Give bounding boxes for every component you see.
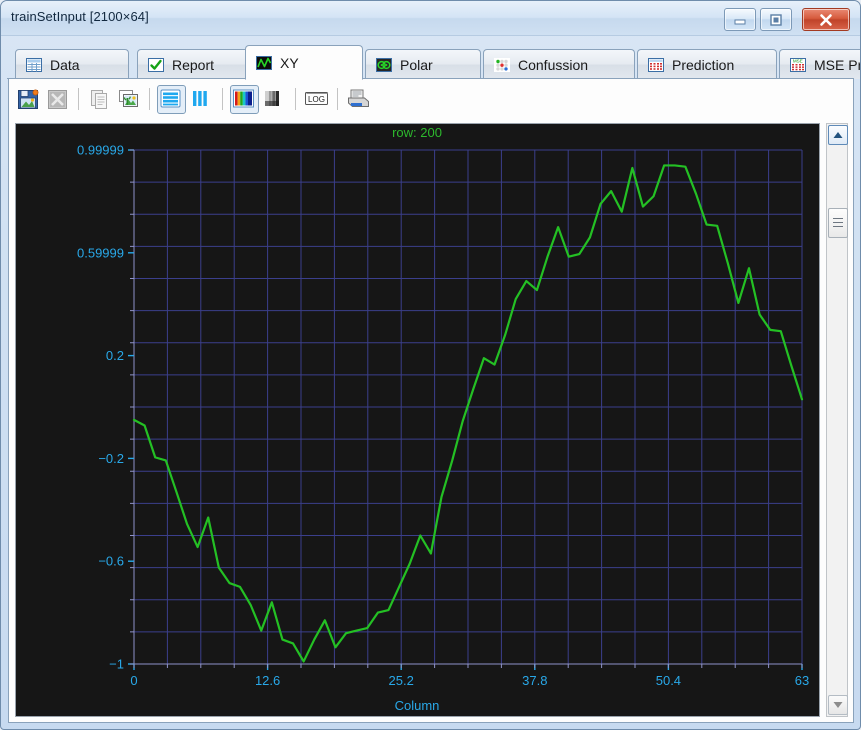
x-tick-label: 50.4 xyxy=(656,673,681,688)
toolbar-separator xyxy=(149,88,150,110)
tab-mse-pred-label: MSE Pred xyxy=(814,56,861,73)
x-tick-label: 12.6 xyxy=(255,673,280,688)
y-tick-label: −0.6 xyxy=(98,554,124,569)
grid-red-icon xyxy=(647,56,665,74)
mse-grid-icon: MSE xyxy=(789,56,807,74)
toolbar: LOG xyxy=(8,79,854,119)
plot-canvas: 0.99999 0.59999 0.2 −0.2 −0.6 −1 0 12.6 25.2 37.… xyxy=(16,124,819,716)
close-icon xyxy=(820,13,832,26)
tab-mse-pred[interactable]: MSE MSE Pred xyxy=(779,49,861,79)
scroll-up-button[interactable] xyxy=(828,125,848,145)
color-map-button[interactable] xyxy=(230,84,259,114)
x-tick-label: 37.8 xyxy=(522,673,547,688)
rows-view-button[interactable] xyxy=(157,84,186,114)
tab-confussion[interactable]: Confussion xyxy=(483,49,635,79)
chevron-down-icon xyxy=(833,702,843,708)
tab-xy-label: XY xyxy=(280,54,299,71)
tab-prediction[interactable]: Prediction xyxy=(637,49,777,79)
tab-strip: Data Report XY Polar Confussion Predicti… xyxy=(7,45,860,80)
tab-polar-label: Polar xyxy=(400,56,433,73)
copy-button xyxy=(86,86,113,113)
application-window: trainSetInput [2100×64] Data Report XY P… xyxy=(0,0,861,730)
grip-line xyxy=(833,218,843,219)
close-button[interactable] xyxy=(802,8,850,31)
confusion-dots-icon xyxy=(493,56,511,74)
tab-xy[interactable]: XY xyxy=(245,45,363,80)
tab-polar[interactable]: Polar xyxy=(365,49,481,79)
content-panel: 0.99999 0.59999 0.2 −0.2 −0.6 −1 0 12.6 25.2 37.… xyxy=(8,119,854,723)
grip-line xyxy=(833,222,843,223)
toolbar-separator xyxy=(295,88,296,110)
polar-icon xyxy=(375,56,393,74)
y-tick-label: 0.99999 xyxy=(77,143,124,158)
grip-line xyxy=(833,226,843,227)
y-tick-label: 0.59999 xyxy=(77,245,124,260)
scrollbar-thumb[interactable] xyxy=(828,208,848,238)
log-button-label: LOG xyxy=(308,94,325,103)
x-tick-label: 63 xyxy=(795,673,809,688)
x-tick-label: 25.2 xyxy=(389,673,414,688)
gray-map-button[interactable] xyxy=(261,86,288,113)
save-image-button[interactable] xyxy=(15,86,42,113)
window-title: trainSetInput [2100×64] xyxy=(11,9,149,24)
table-icon xyxy=(25,56,43,74)
minimize-button[interactable] xyxy=(724,8,756,31)
tab-confussion-label: Confussion xyxy=(518,56,589,73)
plot-title: row: 200 xyxy=(392,125,442,140)
svg-text:MSE: MSE xyxy=(793,58,803,63)
print-button[interactable] xyxy=(345,86,372,113)
maximize-icon xyxy=(770,13,782,26)
checkmark-icon xyxy=(147,56,165,74)
tab-data-label: Data xyxy=(50,56,80,73)
y-tick-label: 0.2 xyxy=(106,348,124,363)
toolbar-separator xyxy=(222,88,223,110)
x-tick-label: 0 xyxy=(130,673,137,688)
minimize-icon xyxy=(734,19,746,24)
toolbar-separator xyxy=(337,88,338,110)
toolbar-separator xyxy=(78,88,79,110)
y-tick-label: −1 xyxy=(109,657,124,672)
waveform-icon xyxy=(255,54,273,72)
scroll-down-button[interactable] xyxy=(828,695,848,715)
columns-view-button[interactable] xyxy=(188,86,215,113)
maximize-button[interactable] xyxy=(760,8,792,31)
x-axis-label: Column xyxy=(395,698,440,713)
y-tick-label: −0.2 xyxy=(98,451,124,466)
log-scale-button[interactable]: LOG xyxy=(303,86,330,113)
tab-data[interactable]: Data xyxy=(15,49,129,79)
tab-report-label: Report xyxy=(172,56,215,73)
vertical-scrollbar[interactable] xyxy=(826,123,848,717)
copy-image-button[interactable] xyxy=(115,86,142,113)
export-excel-button xyxy=(44,86,71,113)
xy-plot[interactable]: 0.99999 0.59999 0.2 −0.2 −0.6 −1 0 12.6 25.2 37.… xyxy=(15,123,820,717)
chevron-up-icon xyxy=(833,132,843,138)
title-bar: trainSetInput [2100×64] xyxy=(1,1,860,36)
tab-prediction-label: Prediction xyxy=(672,56,735,73)
